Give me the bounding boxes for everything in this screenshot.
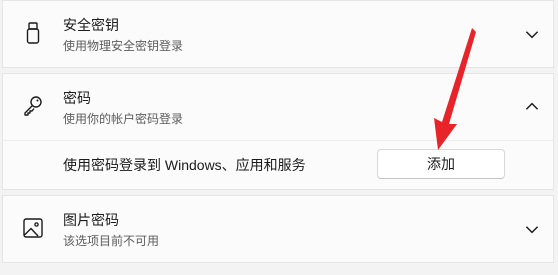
picture-password-subtitle: 该选项目前不可用	[63, 234, 160, 248]
key-icon	[24, 96, 42, 116]
password-subtitle: 使用你的帐户密码登录	[63, 112, 184, 126]
password-title: 密码	[63, 90, 91, 106]
password-card[interactable]: 密码 使用你的帐户密码登录 使用密码登录到 Windows、应用和服务 添加	[2, 73, 554, 190]
password-row[interactable]: 密码 使用你的帐户密码登录	[3, 74, 553, 140]
password-signin-row: 使用密码登录到 Windows、应用和服务 添加	[3, 140, 553, 189]
picture-password-card[interactable]: 图片密码 该选项目前不可用	[2, 195, 554, 263]
security-key-card[interactable]: 安全密钥 使用物理安全密钥登录	[2, 0, 554, 68]
chevron-up-icon[interactable]	[523, 98, 541, 116]
security-key-row[interactable]: 安全密钥 使用物理安全密钥登录	[3, 1, 553, 67]
usb-key-icon	[26, 22, 40, 44]
chevron-down-icon[interactable]	[523, 25, 541, 43]
security-key-title: 安全密钥	[63, 17, 119, 33]
password-signin-label: 使用密码登录到 Windows、应用和服务	[63, 157, 306, 173]
security-key-subtitle: 使用物理安全密钥登录	[63, 39, 184, 53]
picture-password-row[interactable]: 图片密码 该选项目前不可用	[3, 196, 553, 262]
add-password-button[interactable]: 添加	[377, 149, 505, 179]
picture-password-title: 图片密码	[63, 212, 119, 228]
picture-icon	[23, 218, 43, 238]
chevron-down-icon[interactable]	[523, 220, 541, 238]
